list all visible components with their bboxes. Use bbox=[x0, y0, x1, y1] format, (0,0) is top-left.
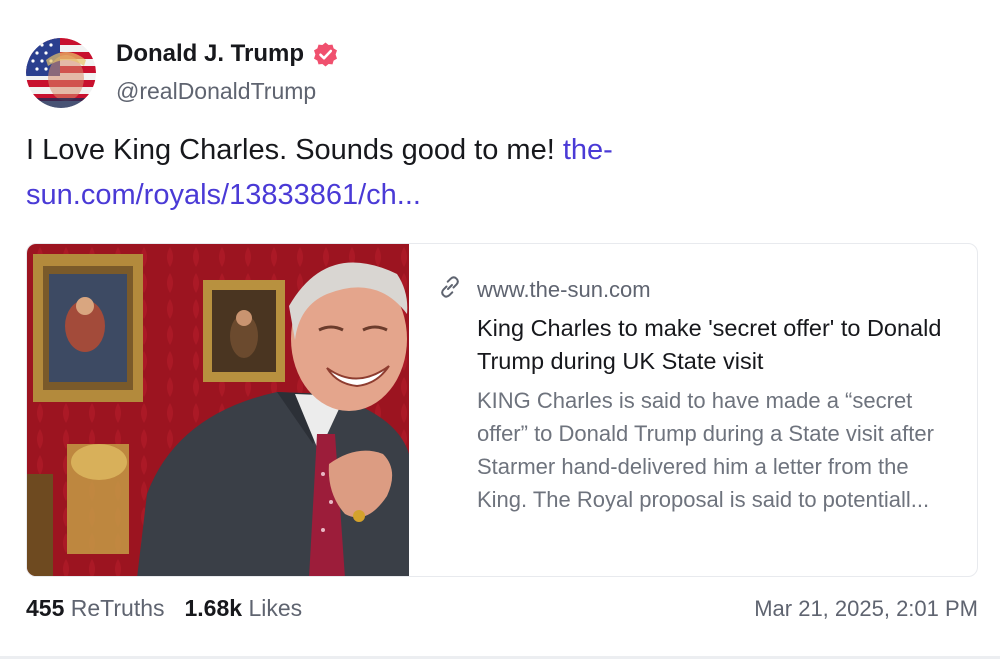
card-title: King Charles to make 'secret offer' to D… bbox=[477, 315, 942, 374]
user-handle[interactable]: @realDonaldTrump bbox=[116, 78, 316, 105]
post-stats: 455 ReTruths 1.68k Likes bbox=[26, 595, 302, 622]
likes-stat[interactable]: 1.68k Likes bbox=[185, 595, 303, 622]
post-timestamp[interactable]: Mar 21, 2025, 2:01 PM bbox=[754, 596, 978, 622]
post-text: I Love King Charles. Sounds good to me! … bbox=[26, 128, 726, 218]
post-text-body: I Love King Charles. Sounds good to me! bbox=[26, 134, 563, 166]
retruths-stat[interactable]: 455 ReTruths bbox=[26, 595, 165, 622]
avatar-image bbox=[26, 38, 96, 108]
display-name-row: Donald J. Trump bbox=[116, 40, 339, 68]
verified-badge-icon bbox=[312, 41, 339, 68]
card-thumbnail-image bbox=[27, 244, 409, 576]
retruths-count: 455 bbox=[26, 595, 65, 621]
card-domain: www.the-sun.com bbox=[477, 276, 651, 302]
card-domain-row: www.the-sun.com bbox=[437, 274, 651, 305]
card-description: KING Charles is said to have made a “sec… bbox=[477, 388, 934, 512]
card-body: www.the-sun.com King Charles to make 'se… bbox=[437, 244, 953, 576]
retruths-label: ReTruths bbox=[70, 595, 165, 621]
avatar[interactable] bbox=[26, 38, 96, 108]
likes-count: 1.68k bbox=[184, 595, 243, 621]
link-icon bbox=[437, 274, 463, 305]
truth-post: Donald J. Trump @realDonaldTrump I Love … bbox=[0, 0, 1000, 659]
link-preview-card[interactable]: www.the-sun.com King Charles to make 'se… bbox=[26, 243, 978, 577]
likes-label: Likes bbox=[248, 595, 303, 621]
display-name[interactable]: Donald J. Trump bbox=[116, 40, 304, 68]
